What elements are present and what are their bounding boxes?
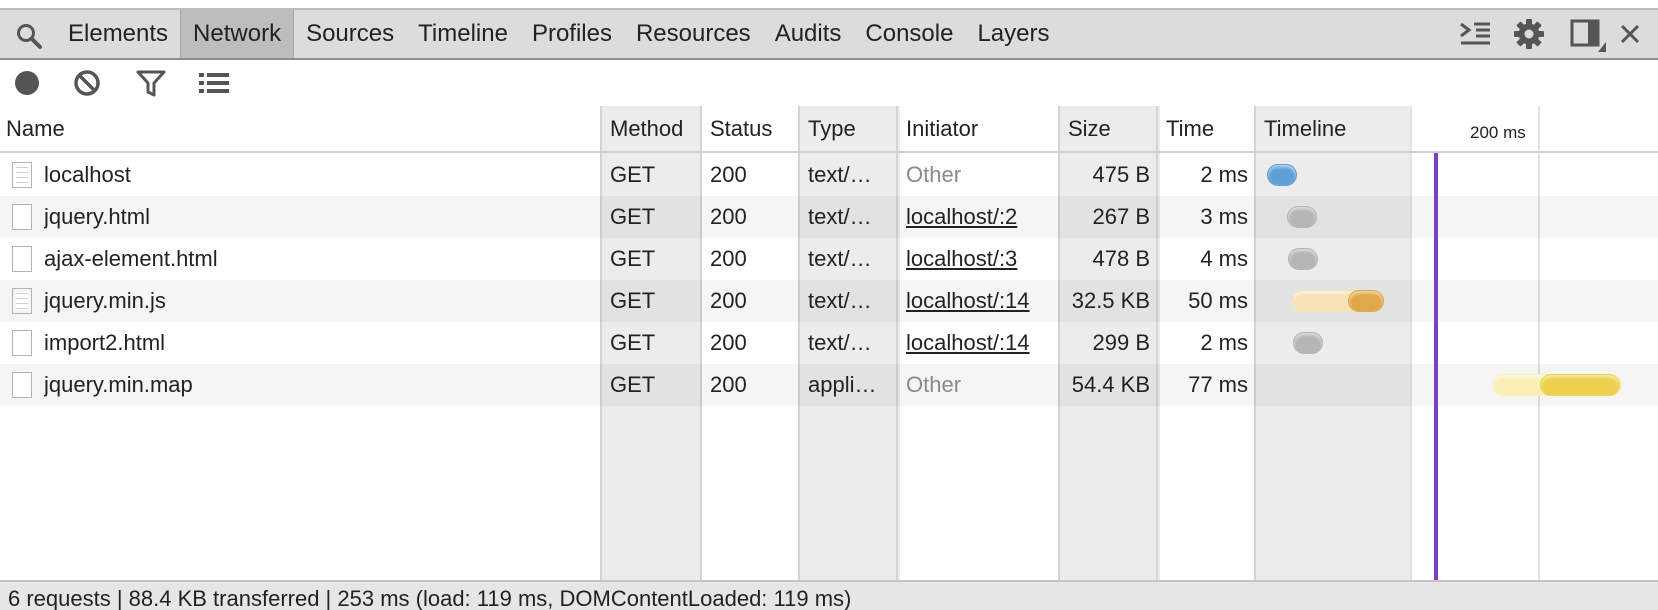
header-status[interactable]: Status	[710, 106, 772, 151]
document-icon	[12, 162, 32, 188]
header-method[interactable]: Method	[610, 106, 683, 151]
cell-name[interactable]: jquery.min.js	[44, 280, 584, 322]
header-type[interactable]: Type	[808, 106, 856, 151]
cell-type: text/…	[808, 246, 872, 271]
cell-time: 2 ms	[1200, 162, 1248, 187]
timeline-bar[interactable]	[1293, 332, 1323, 354]
header-timeline[interactable]: Timeline	[1264, 106, 1346, 151]
tabbar-right-icons	[1458, 10, 1658, 58]
file-icon	[12, 204, 32, 230]
header-name[interactable]: Name	[6, 106, 65, 151]
tab-timeline[interactable]: Timeline	[406, 10, 520, 58]
cell-initiator[interactable]: localhost/:14	[906, 322, 1054, 364]
console-drawer-icon[interactable]	[1458, 18, 1492, 55]
file-icon	[12, 330, 32, 356]
clear-icon[interactable]	[72, 68, 102, 98]
timeline-bar[interactable]	[1267, 164, 1297, 186]
cell-type: text/…	[808, 330, 872, 355]
cell-size: 267 B	[1092, 204, 1151, 229]
network-toolbar	[0, 60, 1658, 106]
tab-audits[interactable]: Audits	[763, 10, 854, 58]
table-row[interactable]: localhost GET 200 text/… Other 475 B 2 ms	[0, 154, 1658, 196]
summary-status-bar: 6 requests | 88.4 KB transferred | 253 m…	[0, 580, 1658, 610]
close-icon[interactable]	[1618, 22, 1642, 51]
table-row[interactable]: jquery.min.js GET 200 text/… localhost/:14 32…	[0, 280, 1658, 322]
cell-name[interactable]: ajax-element.html	[44, 238, 584, 280]
cell-type: text/…	[808, 288, 872, 313]
tab-network[interactable]: Network	[180, 10, 295, 58]
filter-icon[interactable]	[136, 68, 166, 98]
dock-side-icon[interactable]	[1570, 18, 1606, 57]
cell-name[interactable]: jquery.min.map	[44, 364, 584, 406]
devtools-tab-bar: Elements Network Sources Timeline Profil…	[0, 8, 1658, 60]
large-rows-icon[interactable]	[198, 68, 229, 98]
header-time[interactable]: Time	[1166, 106, 1214, 151]
cell-size: 54.4 KB	[1071, 372, 1150, 397]
header-initiator[interactable]: Initiator	[906, 106, 978, 151]
table-row[interactable]: import2.html GET 200 text/… localhost/:14 299…	[0, 322, 1658, 364]
tab-elements[interactable]: Elements	[56, 10, 180, 58]
cell-type: text/…	[808, 162, 872, 187]
cell-initiator: Other	[906, 372, 962, 397]
network-request-table: Name Method Status Type Initiator Size T…	[0, 106, 1658, 580]
cell-time: 77 ms	[1188, 372, 1248, 397]
record-icon[interactable]	[12, 68, 42, 98]
table-row[interactable]: jquery.html GET 200 text/… localhost/:2 267 B…	[0, 196, 1658, 238]
cell-name[interactable]: localhost	[44, 154, 584, 196]
search-icon[interactable]	[14, 21, 44, 51]
cell-time: 2 ms	[1200, 330, 1248, 355]
cell-status: 200	[710, 246, 747, 271]
cell-initiator[interactable]: localhost/:3	[906, 238, 1054, 280]
cell-name[interactable]: jquery.html	[44, 196, 584, 238]
cell-status: 200	[710, 288, 747, 313]
cell-size: 475 B	[1092, 162, 1151, 187]
cell-initiator[interactable]: localhost/:2	[906, 196, 1054, 238]
tab-sources[interactable]: Sources	[294, 10, 406, 58]
panel-tabs: Elements Network Sources Timeline Profil…	[56, 10, 1062, 58]
cell-initiator: Other	[906, 162, 962, 187]
tab-resources[interactable]: Resources	[624, 10, 763, 58]
cell-type: text/…	[808, 204, 872, 229]
timeline-bar[interactable]	[1540, 374, 1620, 396]
cell-type: appli…	[808, 372, 877, 397]
file-icon	[12, 372, 32, 398]
cell-name[interactable]: import2.html	[44, 322, 584, 364]
cell-time: 50 ms	[1188, 288, 1248, 313]
cell-status: 200	[710, 204, 747, 229]
table-header: Name Method Status Type Initiator Size T…	[0, 106, 1658, 153]
cell-method: GET	[610, 288, 656, 313]
cell-size: 478 B	[1092, 246, 1151, 271]
load-event-line	[1434, 153, 1438, 580]
tab-layers[interactable]: Layers	[965, 10, 1061, 58]
cell-initiator[interactable]: localhost/:14	[906, 280, 1054, 322]
cell-status: 200	[710, 372, 747, 397]
cell-method: GET	[610, 246, 656, 271]
cell-size: 299 B	[1092, 330, 1151, 355]
cell-time: 3 ms	[1200, 204, 1248, 229]
cell-status: 200	[710, 162, 747, 187]
document-icon	[12, 288, 32, 314]
cell-status: 200	[710, 330, 747, 355]
tab-profiles[interactable]: Profiles	[520, 10, 624, 58]
cell-method: GET	[610, 162, 656, 187]
timeline-bar[interactable]	[1288, 248, 1318, 270]
cell-size: 32.5 KB	[1071, 288, 1150, 313]
header-size[interactable]: Size	[1068, 106, 1111, 151]
cell-method: GET	[610, 330, 656, 355]
timeline-bar[interactable]	[1287, 206, 1317, 228]
timeline-bar[interactable]	[1348, 290, 1384, 312]
cell-method: GET	[610, 204, 656, 229]
tab-console[interactable]: Console	[853, 10, 965, 58]
table-row[interactable]: ajax-element.html GET 200 text/… localhost/:…	[0, 238, 1658, 280]
gear-icon[interactable]	[1513, 18, 1545, 55]
cell-time: 4 ms	[1200, 246, 1248, 271]
cell-method: GET	[610, 372, 656, 397]
file-icon	[12, 246, 32, 272]
timeline-marker-label: 200 ms	[1470, 123, 1526, 142]
table-row[interactable]: jquery.min.map GET 200 appli… Other 54.4 KB 77…	[0, 364, 1658, 406]
